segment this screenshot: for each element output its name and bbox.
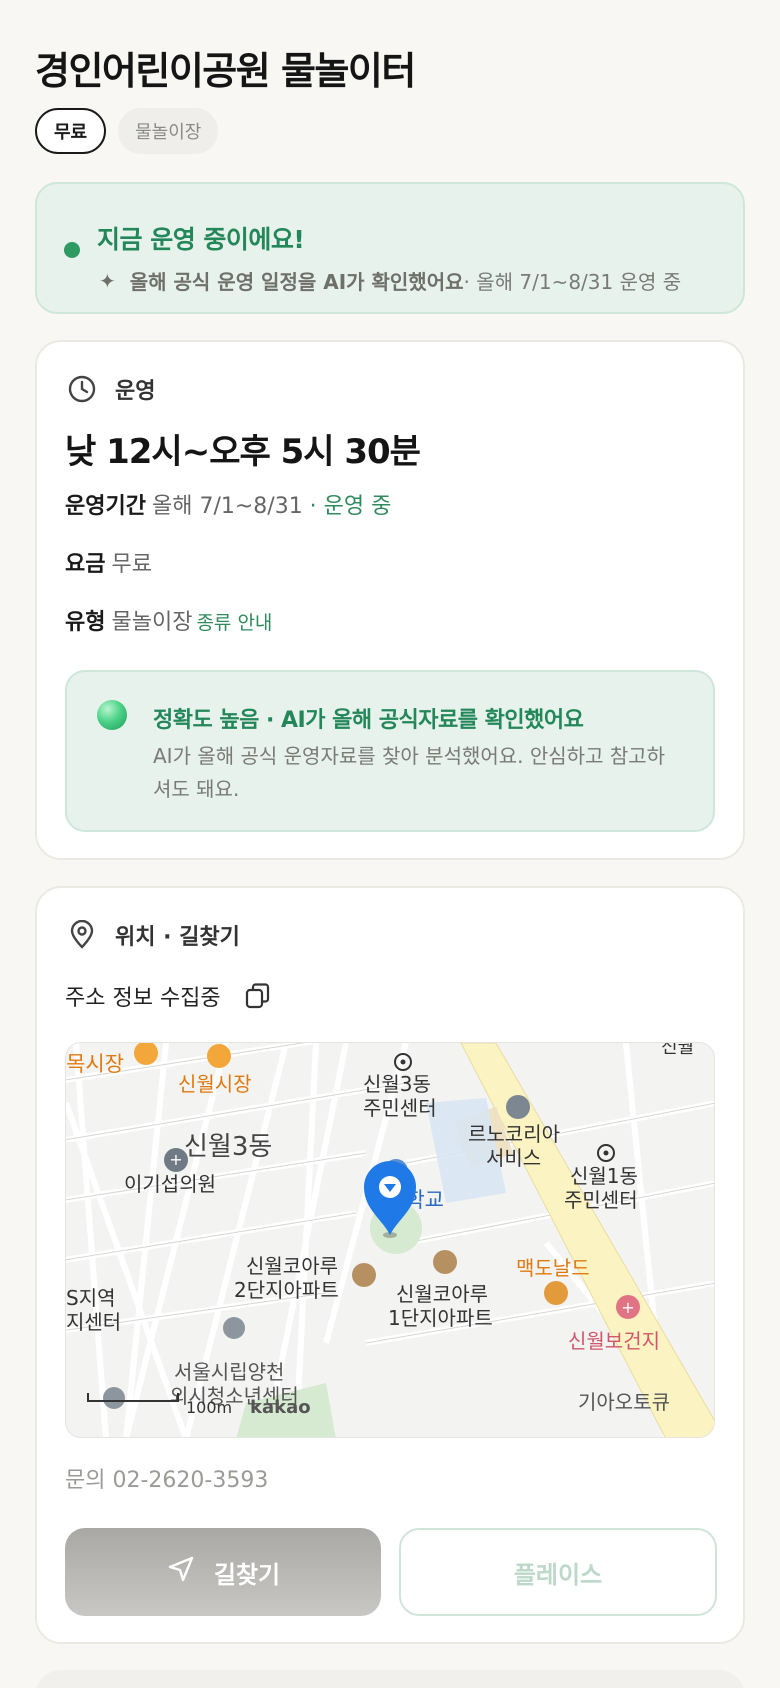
map-label-dong1-a: 신월1동 <box>570 1164 638 1188</box>
sparkle-icon: ✦ <box>99 268 116 293</box>
map-canvas: + + 목시장 신월시장 신월3동 주민센터 르노코리아 서비스 신월3동 이기… <box>66 1043 714 1437</box>
status-subtitle: ✦ 올해 공식 운영 일정을 AI가 확인했어요 · 올해 7/1~8/31 운… <box>99 266 681 295</box>
operation-section-title: 운영 <box>115 379 156 404</box>
map-pin-icon <box>65 918 99 952</box>
type-row: 유형 물놀이장 종류 안내 <box>65 604 272 636</box>
address-row: 주소 정보 수집중 <box>65 980 273 1012</box>
ai-accuracy-box: 정확도 높음 · AI가 올해 공식자료를 확인했어요 AI가 올해 공식 운영… <box>65 670 715 832</box>
map-label-region-a: S지역 <box>66 1286 116 1310</box>
map-label-market1: 목시장 <box>66 1052 124 1076</box>
chip-water-park[interactable]: 물놀이장 <box>118 108 219 154</box>
map-label-apt1-b: 1단지아파트 <box>388 1306 493 1330</box>
map-label-dong1-b: 주민센터 <box>564 1188 638 1212</box>
map-label-renault-a: 르노코리아 <box>468 1122 560 1146</box>
address-text: 주소 정보 수집중 <box>65 986 221 1011</box>
page-title: 경인어린이공원 물놀이터 <box>35 49 416 93</box>
status-dot-icon <box>64 242 80 258</box>
map-brand-logo: kakao <box>250 1397 311 1418</box>
map-label-mcd: 맥도날드 <box>516 1256 590 1280</box>
contact-phone[interactable]: 문의 02-2620-3593 <box>65 1462 268 1494</box>
chip-free[interactable]: 무료 <box>35 108 107 154</box>
ai-accuracy-desc: AI가 올해 공식 운영자료를 찾아 분석했어요. 안심하고 참고하셔도 돼요. <box>153 744 666 801</box>
next-card-peek <box>35 1670 745 1688</box>
svg-text:+: + <box>621 1298 634 1317</box>
map-label-dong3-center-a: 신월3동 <box>363 1072 431 1096</box>
place-button-label: 플레이스 <box>513 1560 603 1589</box>
operation-card: 운영 낮 12시~오후 5시 30분 운영기간 올해 7/1~8/31 · 운영 … <box>35 340 745 860</box>
map-label-kia: 기아오토큐 <box>578 1390 670 1414</box>
period-status: · 운영 중 <box>302 494 392 519</box>
operation-header: 운영 <box>65 372 155 406</box>
fee-row: 요금 무료 <box>65 546 152 578</box>
type-label: 유형 <box>65 610 106 635</box>
map-label-clinic: 이기섭의원 <box>124 1172 216 1196</box>
location-map[interactable]: + + 목시장 신월시장 신월3동 주민센터 르노코리아 서비스 신월3동 이기… <box>65 1042 715 1438</box>
fee-value: 무료 <box>111 552 152 577</box>
map-label-health: 신월보건지 <box>568 1329 660 1353</box>
operating-hours: 낮 12시~오후 5시 30분 <box>65 432 421 472</box>
location-card: 위치 · 길찾기 주소 정보 수집중 + + 목시장 신월시장 신월3동 주민센… <box>35 886 745 1644</box>
map-label-apt2-b: 2단지아파트 <box>234 1278 339 1302</box>
map-label-region-b: 지센터 <box>66 1310 121 1334</box>
map-label-apt1-a: 신월코아루 <box>396 1282 488 1306</box>
status-title: 지금 운영 중이에요! <box>97 225 305 254</box>
type-value: 물놀이장 <box>111 610 193 635</box>
map-label-dong3: 신월3동 <box>184 1132 272 1162</box>
clock-icon <box>65 372 99 406</box>
map-label-youth-a: 서울시립양천 <box>174 1360 284 1384</box>
status-sub-strong: 올해 공식 운영 일정을 AI가 확인했어요 <box>129 270 464 294</box>
svg-text:+: + <box>169 1150 182 1169</box>
map-label-market2: 신월시장 <box>178 1072 252 1096</box>
tag-chips: 무료 물놀이장 <box>35 108 219 154</box>
ai-accuracy-title: 정확도 높음 · AI가 올해 공식자료를 확인했어요 <box>153 708 584 733</box>
location-section-title: 위치 · 길찾기 <box>115 925 240 950</box>
map-scale-label: 100m <box>186 1398 232 1417</box>
period-label: 운영기간 <box>65 494 146 519</box>
place-button[interactable]: 플레이스 <box>399 1528 717 1616</box>
period-row: 운영기간 올해 7/1~8/31 · 운영 중 <box>65 488 391 520</box>
navigation-arrow-icon <box>166 1554 196 1590</box>
map-label-topright: 신월 <box>661 1043 694 1058</box>
fee-label: 요금 <box>65 552 106 577</box>
location-header: 위치 · 길찾기 <box>65 918 240 952</box>
copy-icon[interactable] <box>243 981 273 1011</box>
status-sub-rest: · 올해 7/1~8/31 운영 중 <box>463 270 682 294</box>
directions-button[interactable]: 길찾기 <box>65 1528 381 1616</box>
period-value: 올해 7/1~8/31 <box>151 494 303 519</box>
status-banner: 지금 운영 중이에요! ✦ 올해 공식 운영 일정을 AI가 확인했어요 · 올… <box>35 182 745 314</box>
map-label-renault-b: 서비스 <box>486 1146 541 1170</box>
directions-button-label: 길찾기 <box>213 1560 281 1589</box>
ai-orb-icon <box>97 700 127 730</box>
type-guide-link[interactable]: 종류 안내 <box>196 612 272 634</box>
map-label-dong3-center-b: 주민센터 <box>363 1096 437 1120</box>
map-label-apt2-a: 신월코아루 <box>246 1254 338 1278</box>
